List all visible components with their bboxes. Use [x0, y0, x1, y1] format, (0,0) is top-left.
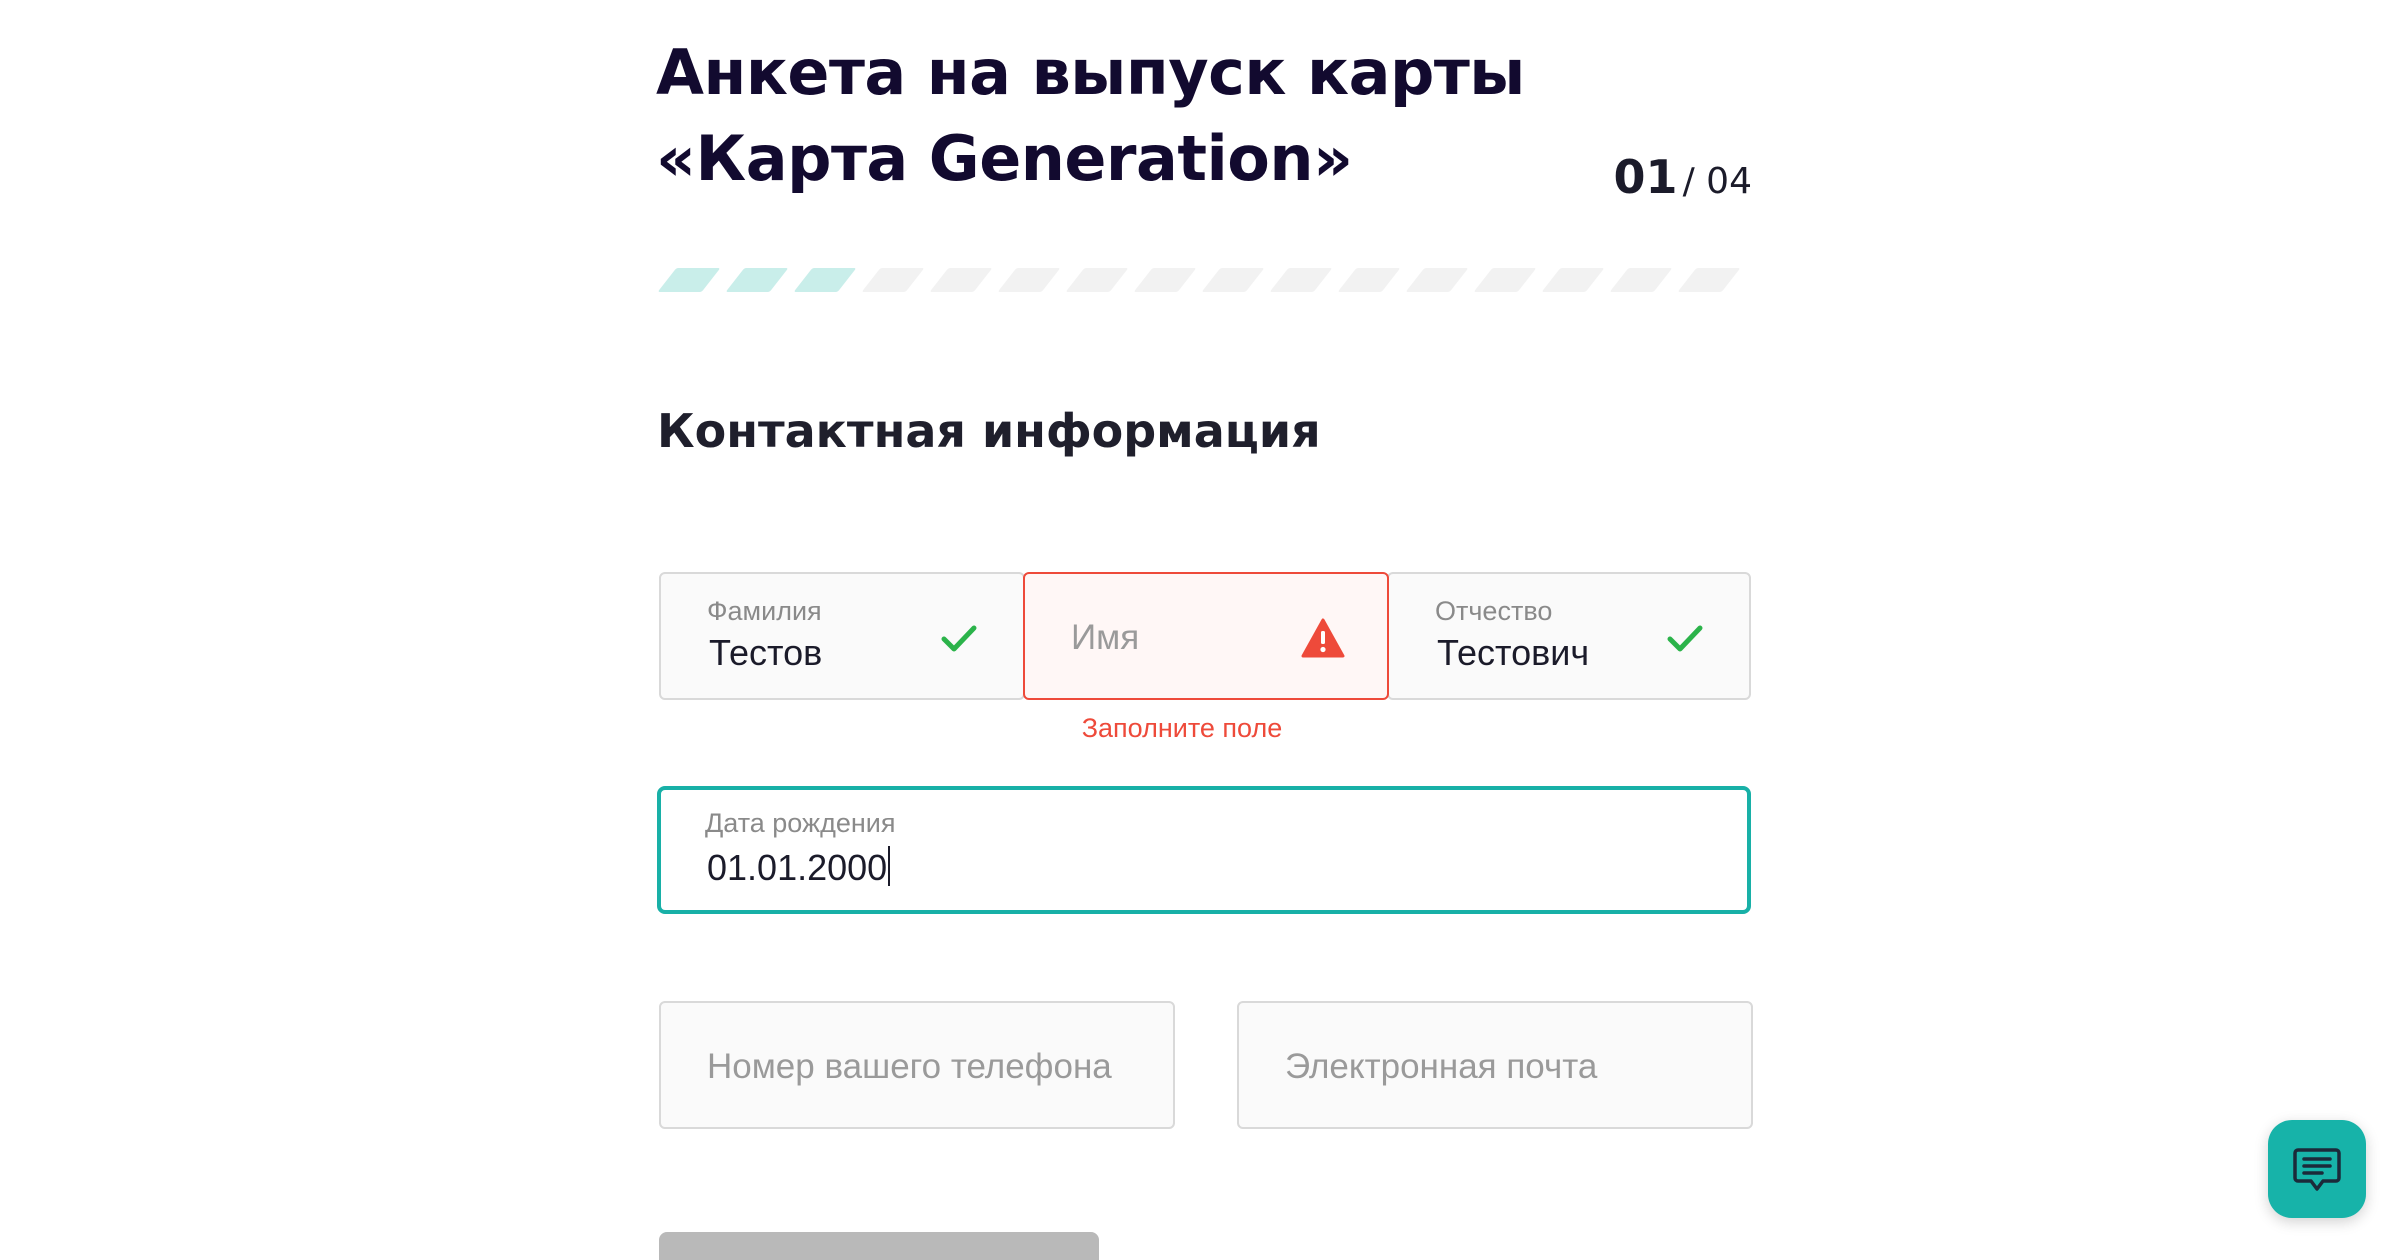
page-title: Анкета на выпуск карты «Карта Generation…: [656, 36, 1525, 195]
birthdate-field[interactable]: Дата рождения 01.01.2000: [657, 786, 1751, 914]
checkmark-icon: [1667, 625, 1703, 652]
name-placeholder: Имя: [1071, 618, 1140, 657]
surname-value: Тестов: [709, 632, 823, 673]
continue-button[interactable]: [659, 1232, 1099, 1260]
chat-button[interactable]: [2268, 1120, 2366, 1218]
progress-segment: [1269, 268, 1333, 292]
chat-icon: [2293, 1148, 2341, 1191]
progress-segment: [1677, 268, 1741, 292]
email-placeholder: Электронная почта: [1285, 1047, 1598, 1086]
name-error-message: Заполните поле: [1081, 713, 1283, 743]
step-counter: 01 / 04: [1614, 150, 1753, 204]
birthdate-label: Дата рождения: [705, 808, 896, 838]
progress-bar: [657, 268, 1743, 292]
progress-segment: [997, 268, 1061, 292]
phone-field[interactable]: Номер вашего телефона: [659, 1001, 1175, 1129]
progress-segment: [1405, 268, 1469, 292]
progress-segment: [1473, 268, 1537, 292]
phone-placeholder: Номер вашего телефона: [707, 1047, 1112, 1086]
progress-segment: [725, 268, 789, 292]
step-total: / 04: [1682, 161, 1752, 202]
step-current: 01: [1613, 150, 1678, 204]
birthdate-value-wrap: 01.01.2000: [707, 846, 891, 889]
birthdate-value: 01.01.2000: [707, 847, 888, 888]
progress-segment: [929, 268, 993, 292]
surname-label: Фамилия: [707, 596, 822, 626]
email-field[interactable]: Электронная почта: [1237, 1001, 1753, 1129]
progress-segment: [1065, 268, 1129, 292]
checkmark-icon: [941, 625, 977, 652]
patronymic-label: Отчество: [1435, 596, 1553, 626]
patronymic-field[interactable]: Отчество Тестович: [1387, 572, 1751, 700]
progress-segment: [657, 268, 721, 292]
progress-segment: [1609, 268, 1673, 292]
application-form-page: Анкета на выпуск карты «Карта Generation…: [0, 0, 2400, 1260]
progress-segment: [1133, 268, 1197, 292]
text-caret: [888, 846, 891, 886]
name-field[interactable]: Имя: [1023, 572, 1389, 700]
section-title: Контактная информация: [657, 404, 1321, 458]
warning-icon: [1301, 618, 1345, 658]
surname-field[interactable]: Фамилия Тестов: [659, 572, 1025, 700]
patronymic-value: Тестович: [1437, 632, 1590, 673]
progress-segment: [1201, 268, 1265, 292]
progress-segment: [1541, 268, 1605, 292]
progress-segment: [793, 268, 857, 292]
progress-segment: [1337, 268, 1401, 292]
progress-segment: [861, 268, 925, 292]
